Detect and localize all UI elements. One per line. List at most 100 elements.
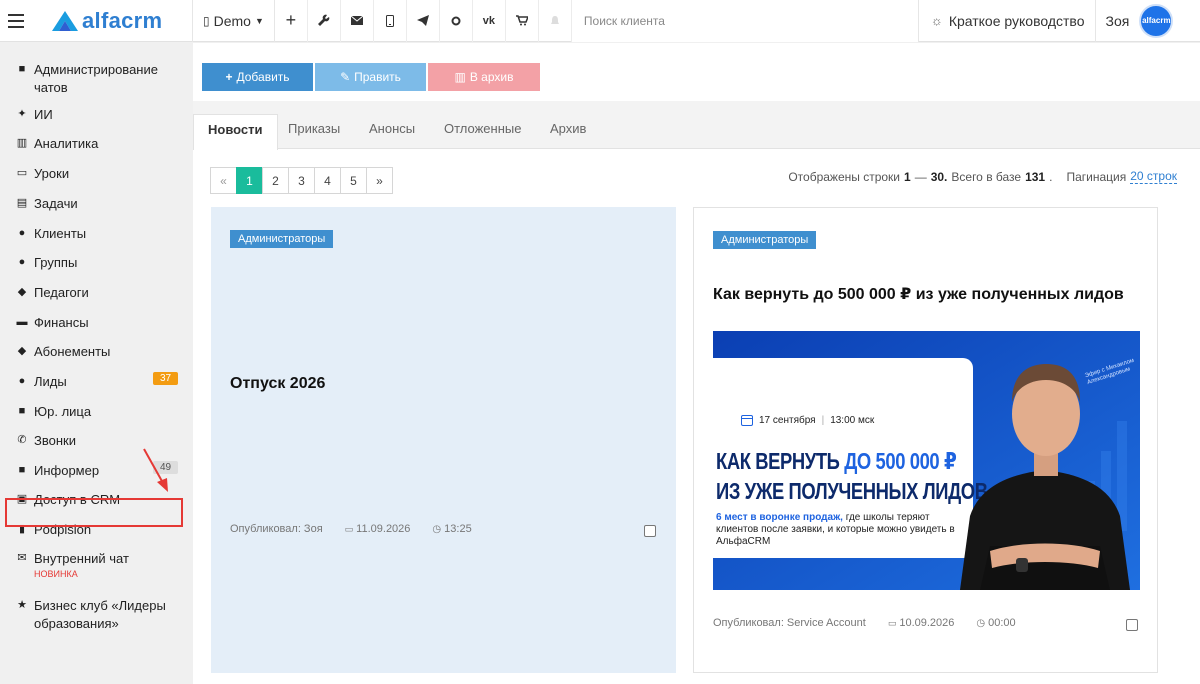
page-size-selector[interactable]: 20 строк bbox=[1130, 169, 1177, 184]
cart-icon[interactable] bbox=[506, 0, 539, 42]
branch-selector[interactable]: ▯ Demo ▼ bbox=[193, 0, 274, 42]
sidebar-item-label: Юр. лица bbox=[34, 404, 92, 419]
vk-icon[interactable]: vk bbox=[473, 0, 506, 42]
tab-deferred[interactable]: Отложенные bbox=[430, 114, 535, 149]
sidebar-item-calls[interactable]: ✆ Звонки bbox=[16, 432, 76, 450]
sidebar-item-clients[interactable]: ● Клиенты bbox=[16, 225, 86, 243]
sidebar-item-subscriptions[interactable]: ◆ Абонементы bbox=[16, 343, 111, 361]
prev-page-button[interactable]: « bbox=[210, 167, 237, 194]
sidebar-item-analytics[interactable]: ▥ Аналитика bbox=[16, 135, 99, 153]
alfacrm-logo-icon bbox=[52, 10, 78, 31]
top-bar: alfacrm ▯ Demo ▼ + vk ☼ Краткое руководс… bbox=[0, 0, 1200, 42]
news-title[interactable]: Отпуск 2026 bbox=[230, 375, 325, 393]
calendar-icon: ▭ bbox=[344, 523, 354, 534]
sidebar-item-label: Информер bbox=[34, 463, 100, 478]
quick-guide-button[interactable]: ☼ Краткое руководство bbox=[917, 0, 1096, 42]
quick-guide-label: Краткое руководство bbox=[948, 12, 1085, 29]
mail-icon[interactable] bbox=[341, 0, 374, 42]
phone-icon[interactable] bbox=[374, 0, 407, 42]
sidebar-item-teachers[interactable]: ◆ Педагоги bbox=[16, 284, 89, 302]
calendar-icon: ▭ bbox=[16, 167, 28, 179]
sidebar-item-leads[interactable]: ● Лиды 37 bbox=[16, 372, 181, 391]
news-meta: Опубликовал: Service Account ▭ 10.09.202… bbox=[713, 617, 1016, 629]
sidebar-item-chat-admin[interactable]: ■ Администрирование чатов bbox=[16, 61, 174, 97]
add-button[interactable]: + Добавить bbox=[202, 63, 313, 91]
money-icon: ▬ bbox=[16, 316, 28, 328]
archive-button[interactable]: ▥ В архив bbox=[428, 63, 540, 91]
news-meta: Опубликовал: Зоя ▭ 11.09.2026 ◷ 13:25 bbox=[230, 523, 472, 535]
page-button[interactable]: 5 bbox=[340, 167, 367, 194]
avatar[interactable]: alfacrm bbox=[1139, 3, 1174, 38]
sidebar-item-label: Звонки bbox=[34, 433, 76, 448]
banner-date: 17 сентября bbox=[759, 414, 816, 426]
user-menu[interactable]: Зоя alfacrm bbox=[1096, 3, 1174, 38]
webinar-banner-image[interactable]: 17 сентября | 13:00 мск КАК ВЕРНУТЬ ДО 5… bbox=[713, 331, 1140, 590]
tag-icon: ◆ bbox=[17, 345, 27, 357]
logo-text: alfacrm bbox=[82, 7, 163, 33]
news-card[interactable]: Администраторы Отпуск 2026 Опубликовал: … bbox=[211, 207, 676, 673]
edit-button[interactable]: ✎ Править bbox=[315, 63, 426, 91]
tab-news[interactable]: Новости bbox=[193, 114, 278, 150]
news-title[interactable]: Как вернуть до 500 000 ₽ из уже полученн… bbox=[713, 284, 1124, 304]
next-page-button[interactable]: » bbox=[366, 167, 393, 194]
chevron-down-icon: ▼ bbox=[254, 15, 264, 26]
bell-icon[interactable] bbox=[539, 0, 572, 42]
banner-time: 13:00 мск bbox=[830, 414, 875, 426]
map-icon: ▥ bbox=[16, 137, 28, 149]
banner-sub-accent: 6 мест в воронке продаж, bbox=[716, 512, 843, 523]
user-name: Зоя bbox=[1105, 12, 1130, 29]
calendar-icon bbox=[741, 415, 753, 426]
sidebar-item-lessons[interactable]: ▭ Уроки bbox=[16, 165, 69, 183]
odnoklassniki-icon[interactable] bbox=[440, 0, 473, 42]
branch-label: Demo bbox=[213, 12, 251, 29]
publish-date: 11.09.2026 bbox=[356, 523, 411, 535]
pencil-icon: ✎ bbox=[340, 70, 351, 84]
telegram-icon[interactable] bbox=[407, 0, 440, 42]
wrench-icon[interactable] bbox=[308, 0, 341, 42]
trash-icon: ▥ bbox=[454, 70, 466, 84]
phone-icon: ✆ bbox=[17, 434, 27, 446]
red-arrow-annotation bbox=[143, 448, 168, 492]
sidebar-item-label: Лиды bbox=[34, 374, 67, 389]
sidebar-item-label: Педагоги bbox=[34, 285, 89, 300]
sidebar-item-label: Группы bbox=[34, 255, 78, 270]
logo[interactable]: alfacrm bbox=[32, 0, 192, 42]
sidebar-item-internal-chat[interactable]: ✉ Внутренний чат НОВИНКА bbox=[16, 550, 129, 580]
tab-orders[interactable]: Приказы bbox=[274, 114, 354, 149]
sidebar-item-tasks[interactable]: ▤ Задачи bbox=[16, 195, 78, 213]
page-button[interactable]: 1 bbox=[236, 167, 263, 194]
plus-icon[interactable]: + bbox=[275, 0, 308, 42]
news-card[interactable]: Администраторы Как вернуть до 500 000 ₽ … bbox=[693, 207, 1158, 673]
calendar-icon: ▭ bbox=[887, 617, 897, 628]
leads-count-badge: 37 bbox=[153, 372, 179, 385]
sidebar-item-ai[interactable]: ✦ ИИ bbox=[16, 106, 52, 124]
menu-icon[interactable] bbox=[0, 0, 32, 42]
publish-date: 10.09.2026 bbox=[899, 617, 955, 629]
category-tag[interactable]: Администраторы bbox=[713, 231, 817, 249]
sidebar-item-finance[interactable]: ▬ Финансы bbox=[16, 314, 89, 332]
sidebar-item-label: Финансы bbox=[34, 315, 89, 330]
tab-archive[interactable]: Архив bbox=[536, 114, 600, 149]
briefcase-icon: ■ bbox=[18, 405, 26, 417]
page-button[interactable]: 2 bbox=[262, 167, 289, 194]
category-tag[interactable]: Администраторы bbox=[230, 230, 334, 248]
sidebar-item-label: Клиенты bbox=[34, 226, 87, 241]
sidebar-item-label: Задачи bbox=[34, 196, 78, 211]
star-icon: ★ bbox=[17, 599, 27, 611]
banner-headline-1: КАК ВЕРНУТЬ bbox=[716, 448, 840, 474]
sidebar-item-business-club[interactable]: ★ Бизнес клуб «Лидеры образования» bbox=[16, 597, 179, 633]
sidebar-item-groups[interactable]: ● Группы bbox=[16, 254, 78, 272]
select-checkbox[interactable] bbox=[1126, 619, 1138, 631]
page-button[interactable]: 4 bbox=[314, 167, 341, 194]
graduation-cap-icon: ◆ bbox=[17, 286, 27, 298]
search-input[interactable] bbox=[571, 0, 918, 42]
pagination: « 1 2 3 4 5 » bbox=[210, 167, 393, 194]
select-checkbox[interactable] bbox=[644, 525, 656, 537]
publish-time: 13:25 bbox=[444, 523, 472, 535]
clock-icon: ◷ bbox=[976, 617, 986, 629]
sidebar-item-legal-entities[interactable]: ■ Юр. лица bbox=[16, 403, 91, 421]
banner-text-panel: 17 сентября | 13:00 мск КАК ВЕРНУТЬ ДО 5… bbox=[713, 358, 988, 558]
new-feature-label: НОВИНКА bbox=[34, 569, 78, 579]
tab-announcements[interactable]: Анонсы bbox=[355, 114, 429, 149]
page-button[interactable]: 3 bbox=[288, 167, 315, 194]
